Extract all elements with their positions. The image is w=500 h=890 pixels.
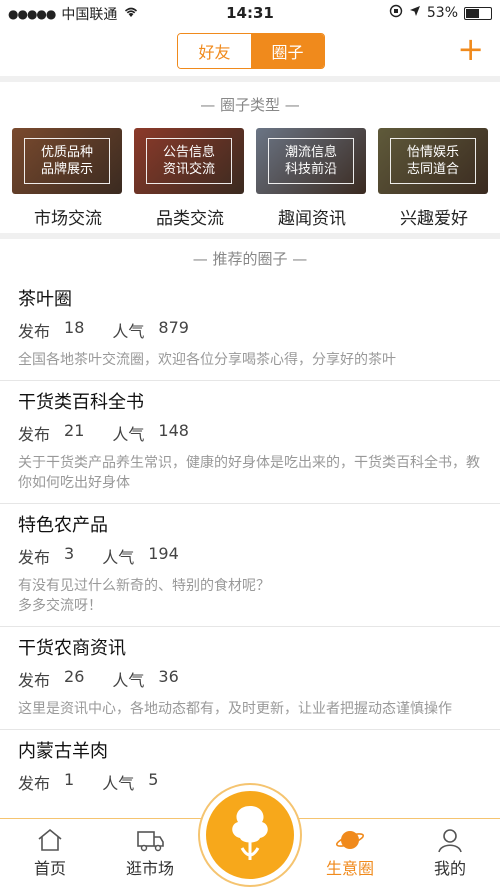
category-image: 公告信息 资讯交流 — [134, 128, 244, 194]
posts-count: 1 — [64, 770, 75, 789]
circle-list: 茶叶圈 发布 18 人气 879 全国各地茶叶交流圈，欢迎各位分享喝茶心得，分享… — [0, 278, 500, 794]
posts-label: 发布 — [18, 322, 51, 341]
category-line2: 品牌展示 — [40, 162, 93, 177]
tab-mine[interactable]: 我的 — [405, 825, 495, 879]
popularity-count: 5 — [148, 770, 159, 789]
tab-friends[interactable]: 好友 — [178, 34, 251, 68]
category-hobby[interactable]: 怡情娱乐志同道合 兴趣爱好 — [378, 128, 490, 229]
posts-label: 发布 — [18, 548, 51, 567]
category-line1: 怡情娱乐 — [406, 145, 459, 160]
category-image: 潮流信息 科技前沿 — [256, 128, 366, 194]
posts-count: 3 — [64, 544, 75, 563]
circle-description: 全国各地茶叶交流圈，欢迎各位分享喝茶心得，分享好的茶叶 — [18, 352, 396, 368]
list-item[interactable]: 干货农商资讯 发布 26 人气 36 这里是资讯中心，各地动态都有，及时更新，让… — [0, 627, 500, 730]
battery-percent: 53% — [426, 5, 458, 21]
category-name: 品类交流 — [156, 209, 224, 229]
circle-description: 有没有见过什么新奇的、特别的食材呢？ 多多交流呀！ — [18, 578, 270, 614]
category-line2: 科技前沿 — [284, 162, 337, 177]
posts-label: 发布 — [18, 774, 51, 793]
popularity-label: 人气 — [102, 774, 135, 793]
category-line1: 优质品种 — [40, 145, 93, 160]
tab-bar: 首页 逛市场 生意圈 我的 — [0, 785, 500, 890]
lock-rotation-icon — [389, 4, 403, 22]
home-icon — [5, 825, 95, 855]
circle-stats: 发布 26 人气 36 — [18, 667, 482, 691]
tab-market[interactable]: 逛市场 — [105, 825, 195, 879]
user-icon — [405, 825, 495, 855]
category-line2: 资讯交流 — [162, 162, 215, 177]
tab-home[interactable]: 首页 — [5, 825, 95, 879]
posts-count: 21 — [64, 421, 85, 440]
posts-count: 26 — [64, 667, 85, 686]
list-item[interactable]: 茶叶圈 发布 18 人气 879 全国各地茶叶交流圈，欢迎各位分享喝茶心得，分享… — [0, 278, 500, 381]
category-type[interactable]: 公告信息资讯交流 品类交流 — [134, 128, 246, 229]
divider — [0, 233, 500, 239]
circle-stats: 发布 21 人气 148 — [18, 421, 482, 445]
tab-business[interactable]: 生意圈 — [305, 825, 395, 879]
tab-home-label: 首页 — [33, 859, 66, 878]
category-image: 怡情娱乐 志同道合 — [378, 128, 488, 194]
category-market[interactable]: 优质品种品牌展示 市场交流 — [12, 128, 124, 229]
popularity-label: 人气 — [112, 425, 145, 444]
category-row: 优质品种品牌展示 市场交流 公告信息资讯交流 品类交流 潮流信息科技前沿 趣闻资… — [0, 128, 500, 229]
circle-description: 这里是资讯中心，各地动态都有，及时更新，让业者把握动态谨慎操作 — [18, 701, 452, 717]
recommended-section-title: — 推荐的圈子 — — [192, 250, 308, 268]
status-right: 53% — [389, 4, 492, 22]
popularity-count: 148 — [158, 421, 189, 440]
category-name: 兴趣爱好 — [400, 209, 468, 229]
list-item[interactable]: 干货类百科全书 发布 21 人气 148 关于干货类产品养生常识，健康的好身体是… — [0, 381, 500, 504]
popularity-label: 人气 — [102, 548, 135, 567]
category-news[interactable]: 潮流信息科技前沿 趣闻资讯 — [256, 128, 368, 229]
category-line2: 志同道合 — [406, 162, 459, 177]
tab-mine-label: 我的 — [433, 859, 466, 878]
list-item[interactable]: 特色农产品 发布 3 人气 194 有没有见过什么新奇的、特别的食材呢？ 多多交… — [0, 504, 500, 627]
tree-icon — [220, 798, 280, 872]
types-section-title: — 圈子类型 — — [200, 96, 300, 114]
battery-icon — [464, 6, 492, 20]
location-icon — [409, 5, 421, 21]
circle-name: 干货类百科全书 — [18, 392, 144, 413]
circle-stats: 发布 18 人气 879 — [18, 318, 482, 342]
truck-icon — [105, 825, 195, 855]
planet-icon — [305, 825, 395, 855]
category-image: 优质品种 品牌展示 — [12, 128, 122, 194]
popularity-count: 36 — [158, 667, 179, 686]
tab-market-label: 逛市场 — [125, 859, 174, 878]
category-name: 市场交流 — [34, 209, 102, 229]
category-line1: 公告信息 — [162, 145, 215, 160]
popularity-label: 人气 — [112, 671, 145, 690]
add-button[interactable]: + — [457, 31, 484, 67]
circle-description: 关于干货类产品养生常识，健康的好身体是吃出来的，干货类百科全书，教你如何吃出好身… — [18, 455, 480, 491]
nav-bar: 好友 圈子 + — [0, 26, 500, 76]
category-line1: 潮流信息 — [284, 145, 337, 160]
popularity-count: 879 — [158, 318, 189, 337]
tab-circle[interactable]: 圈子 — [251, 34, 324, 68]
popularity-count: 194 — [148, 544, 179, 563]
center-action-button[interactable] — [200, 785, 300, 885]
circle-name: 特色农产品 — [18, 515, 108, 536]
circle-stats: 发布 3 人气 194 — [18, 544, 482, 568]
circle-name: 干货农商资讯 — [18, 638, 126, 659]
circle-name: 内蒙古羊肉 — [18, 741, 108, 762]
posts-count: 18 — [64, 318, 85, 337]
posts-label: 发布 — [18, 425, 51, 444]
segmented-control: 好友 圈子 — [177, 33, 325, 69]
popularity-label: 人气 — [112, 322, 145, 341]
divider — [0, 76, 500, 82]
posts-label: 发布 — [18, 671, 51, 690]
circle-name: 茶叶圈 — [18, 289, 72, 310]
category-name: 趣闻资讯 — [278, 209, 346, 229]
tab-business-label: 生意圈 — [325, 859, 374, 878]
status-bar: ●●●●● 中国联通 14:31 53% — [0, 0, 500, 26]
